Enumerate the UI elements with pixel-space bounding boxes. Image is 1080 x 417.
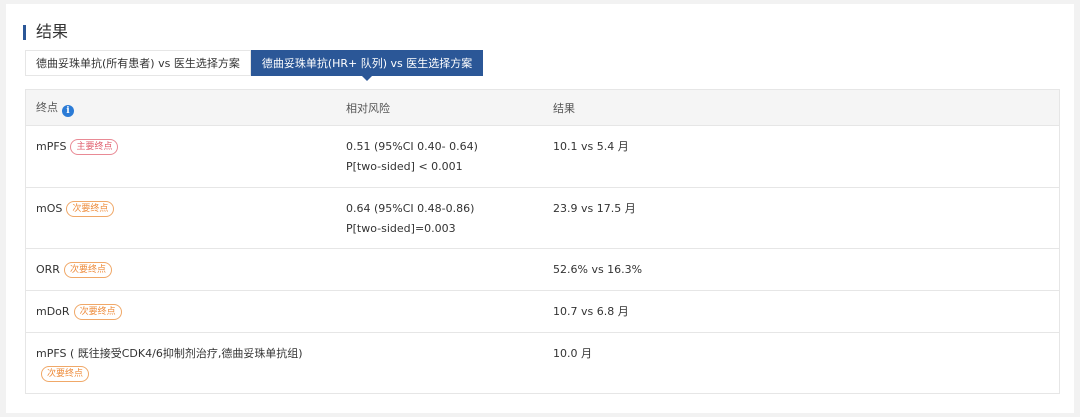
endpoint-name: ORR: [36, 263, 60, 276]
result-cell: 10.7 vs 6.8 月: [553, 305, 629, 318]
result-cell: 10.0 月: [553, 347, 592, 360]
secondary-endpoint-badge: 次要终点: [41, 366, 90, 382]
result-cell: 23.9 vs 17.5 月: [553, 202, 636, 215]
endpoint-name: mPFS: [36, 140, 67, 153]
secondary-endpoint-badge: 次要终点: [73, 304, 122, 320]
header-endpoint-label: 终点: [36, 100, 58, 114]
hazard-ratio-cell: 0.51 (95%CI 0.40- 0.64) P[two-sided] < 0…: [346, 137, 478, 177]
table-row: ORR 次要终点 52.6% vs 16.3%: [26, 249, 1059, 291]
hazard-ratio-value: 0.51 (95%CI 0.40- 0.64): [346, 140, 478, 153]
table-header: 终点 i 相对风险 结果: [26, 90, 1059, 126]
endpoint-cell: mOS 次要终点: [36, 199, 115, 219]
secondary-endpoint-badge: 次要终点: [66, 201, 115, 217]
p-value: P[two-sided]=0.003: [346, 222, 456, 235]
p-value: P[two-sided] < 0.001: [346, 160, 463, 173]
table-row: mPFS ( 既往接受CDK4/6抑制剂治疗,德曲妥珠单抗组) 次要终点 10.…: [26, 333, 1059, 393]
table-row: mDoR 次要终点 10.7 vs 6.8 月: [26, 291, 1059, 333]
primary-endpoint-badge: 主要终点: [70, 139, 119, 155]
hazard-ratio-value: 0.64 (95%CI 0.48-0.86): [346, 202, 475, 215]
table-row: mOS 次要终点 0.64 (95%CI 0.48-0.86) P[two-sid…: [26, 188, 1059, 249]
title-accent-bar: [23, 24, 26, 40]
results-card: 结果 德曲妥珠单抗(所有患者) vs 医生选择方案 德曲妥珠单抗(HR+ 队列)…: [6, 4, 1074, 413]
endpoint-cell: mPFS 主要终点: [36, 137, 119, 157]
table-row: mPFS 主要终点 0.51 (95%CI 0.40- 0.64) P[two-s…: [26, 126, 1059, 188]
endpoint-cell: ORR 次要终点: [36, 260, 112, 280]
section-title: 结果: [23, 22, 68, 42]
endpoint-name: mOS: [36, 202, 63, 215]
result-cell: 52.6% vs 16.3%: [553, 263, 643, 276]
secondary-endpoint-badge: 次要终点: [63, 262, 112, 278]
endpoint-name: mDoR: [36, 305, 70, 318]
tab-bar: 德曲妥珠单抗(所有患者) vs 医生选择方案 德曲妥珠单抗(HR+ 队列) vs…: [25, 50, 484, 81]
tab-hr-positive-cohort[interactable]: 德曲妥珠单抗(HR+ 队列) vs 医生选择方案: [250, 50, 484, 81]
tab-all-patients[interactable]: 德曲妥珠单抗(所有患者) vs 医生选择方案: [25, 50, 251, 76]
endpoint-cell: mDoR 次要终点: [36, 302, 122, 322]
endpoint-cell: mPFS ( 既往接受CDK4/6抑制剂治疗,德曲妥珠单抗组) 次要终点: [36, 344, 303, 384]
result-cell: 10.1 vs 5.4 月: [553, 140, 629, 153]
info-icon[interactable]: i: [62, 104, 74, 117]
results-table: 终点 i 相对风险 结果 mPFS 主要终点 0.51 (95%CI 0.40- 0…: [25, 89, 1060, 394]
section-title-text: 结果: [36, 22, 69, 41]
hazard-ratio-cell: 0.64 (95%CI 0.48-0.86) P[two-sided]=0.00…: [346, 199, 474, 239]
header-result: 结果: [553, 101, 575, 115]
header-hazard-ratio: 相对风险: [346, 101, 390, 115]
endpoint-name: mPFS ( 既往接受CDK4/6抑制剂治疗,德曲妥珠单抗组): [36, 347, 303, 360]
header-endpoint: 终点 i: [36, 99, 74, 117]
